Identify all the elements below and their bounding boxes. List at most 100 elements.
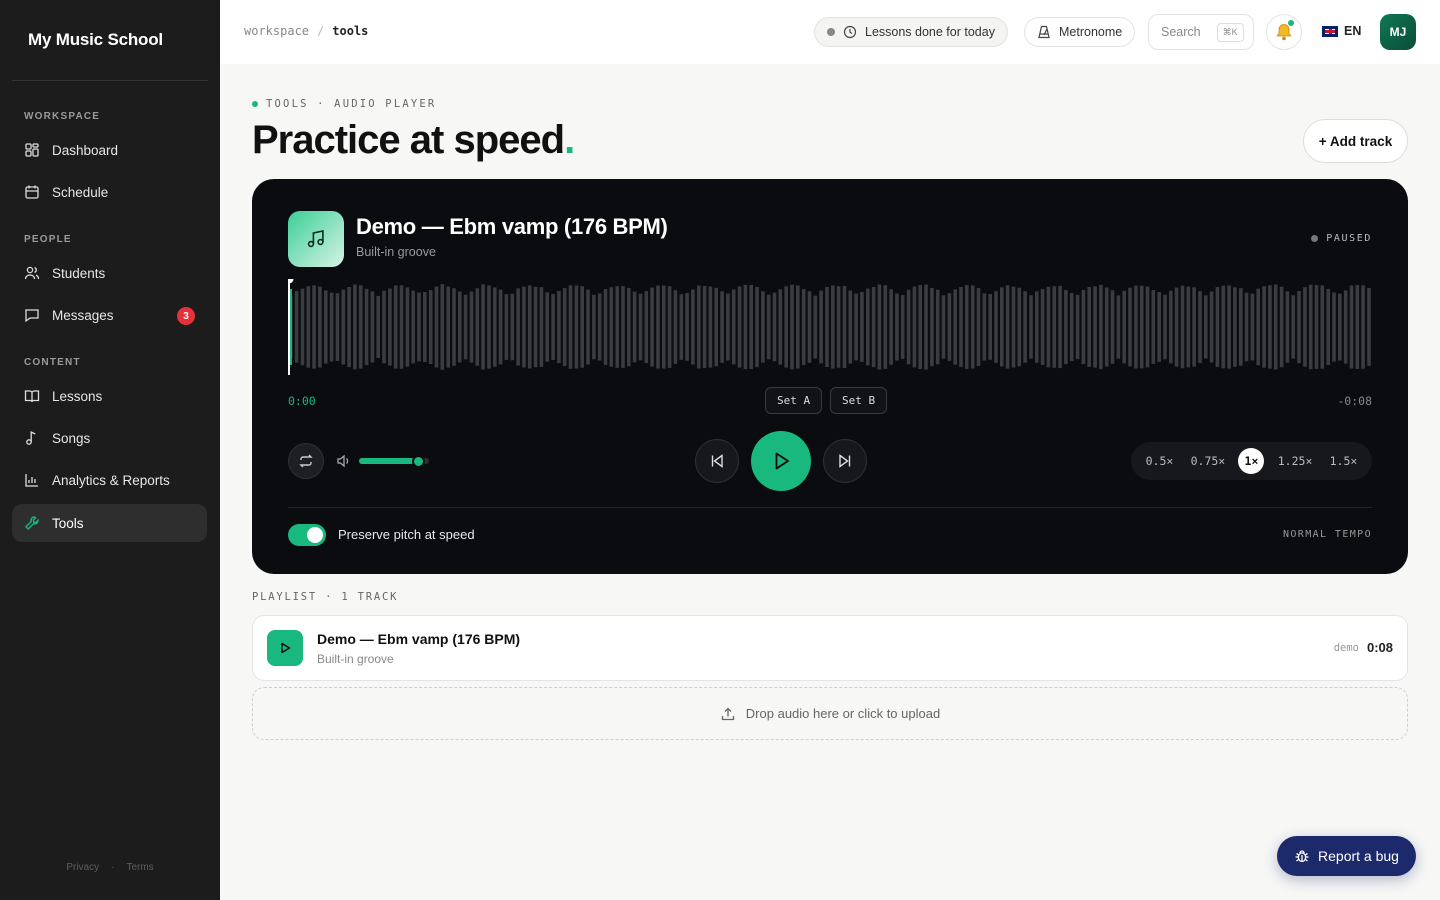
waveform-bar <box>1273 284 1278 370</box>
waveform-bar <box>1081 290 1086 365</box>
speed-option[interactable]: 0.75× <box>1187 448 1230 474</box>
sidebar-item-lessons[interactable]: Lessons <box>12 377 207 415</box>
waveform-bar <box>749 285 753 369</box>
report-bug-label: Report a bug <box>1318 848 1399 864</box>
search-input[interactable]: Search ⌘K <box>1148 14 1254 50</box>
language-selector[interactable]: EN <box>1322 24 1361 38</box>
waveform-bar <box>615 286 619 368</box>
brand-name[interactable]: My Music School <box>28 30 163 50</box>
notifications-button[interactable] <box>1266 14 1302 50</box>
waveform-bar <box>848 290 853 364</box>
sidebar-item-dashboard[interactable]: Dashboard <box>12 131 207 169</box>
sidebar-item-label: Songs <box>52 430 91 446</box>
waveform-bar <box>918 285 922 370</box>
sidebar-item-students[interactable]: Students <box>12 254 207 292</box>
volume-icon[interactable] <box>336 454 352 468</box>
page-title-accent: . <box>564 118 575 162</box>
speed-option[interactable]: 1.5× <box>1326 448 1362 474</box>
waveform-bar <box>994 291 998 363</box>
clock-icon <box>843 25 857 39</box>
waveform-bar <box>1099 284 1103 370</box>
report-bug-button[interactable]: Report a bug <box>1277 836 1416 876</box>
sidebar-item-schedule[interactable]: Schedule <box>12 173 207 211</box>
waveform-scrubber[interactable] <box>288 279 1372 375</box>
waveform-bar <box>335 293 340 361</box>
loop-button[interactable] <box>288 443 324 479</box>
waveform-bar <box>1174 287 1179 367</box>
page-eyebrow: TOOLS · AUDIO PLAYER <box>252 98 436 110</box>
waveform-bar <box>778 289 783 365</box>
waveform-bar <box>417 292 421 362</box>
waveform-bar <box>1250 293 1255 361</box>
playlist-track-subtitle: Built-in groove <box>317 652 394 666</box>
playlist-track-title: Demo — Ebm vamp (176 BPM) <box>317 631 521 647</box>
waveform-bar <box>679 294 684 360</box>
playlist-play-button[interactable] <box>267 630 303 666</box>
status-dot <box>827 28 835 36</box>
preserve-pitch-toggle[interactable] <box>288 524 326 546</box>
waveform-bar <box>1000 287 1004 367</box>
playlist-item[interactable]: Demo — Ebm vamp (176 BPM) Built-in groov… <box>252 615 1408 681</box>
waveform-bar <box>1128 287 1132 367</box>
waveform-bar <box>819 290 823 364</box>
waveform-bar <box>1239 288 1243 366</box>
sidebar-item-analytics[interactable]: Analytics & Reports <box>12 461 207 499</box>
play-button[interactable] <box>751 431 811 491</box>
volume-knob[interactable] <box>411 455 425 468</box>
lessons-done-label: Lessons done for today <box>865 25 995 39</box>
speed-option[interactable]: 1.25× <box>1274 448 1317 474</box>
waveform-bar <box>324 290 328 364</box>
waveform-bar <box>965 285 969 369</box>
add-track-button[interactable]: + Add track <box>1303 119 1408 163</box>
playhead-handle[interactable] <box>288 279 294 284</box>
waveform-bar <box>982 293 987 361</box>
waveform-bar <box>667 286 672 368</box>
avatar[interactable]: MJ <box>1380 14 1416 50</box>
breadcrumb: workspace / tools <box>244 24 368 38</box>
metronome-button[interactable]: Metronome <box>1024 17 1136 47</box>
waveform-bar <box>510 293 515 361</box>
waveform-bar <box>533 286 538 368</box>
lessons-done-pill[interactable]: Lessons done for today <box>814 17 1008 47</box>
set-b-button[interactable]: Set B <box>830 387 888 414</box>
uk-flag-icon <box>1322 25 1338 37</box>
waveform-bar <box>656 285 660 369</box>
previous-button[interactable] <box>695 439 739 483</box>
sidebar-item-messages[interactable]: Messages 3 <box>12 296 207 334</box>
upload-dropzone[interactable]: Drop audio here or click to upload <box>252 687 1408 740</box>
status-dot <box>1311 235 1319 242</box>
waveform-bar <box>976 288 981 366</box>
terms-link[interactable]: Terms <box>126 862 153 873</box>
waveform-bar <box>866 288 870 366</box>
next-button[interactable] <box>823 439 867 483</box>
waveform-bar <box>906 289 911 365</box>
sidebar-item-label: Analytics & Reports <box>52 472 170 488</box>
speed-option[interactable]: 1× <box>1238 448 1265 474</box>
waveform-bar <box>300 288 305 366</box>
waveform-bar <box>650 287 654 367</box>
sidebar-item-tools[interactable]: Tools <box>12 504 207 542</box>
waveform-bar <box>632 291 637 363</box>
message-icon <box>25 309 39 323</box>
breadcrumb-root[interactable]: workspace <box>244 24 309 38</box>
privacy-link[interactable]: Privacy <box>66 862 99 873</box>
waveform-bar <box>1139 285 1144 369</box>
waveform-bar <box>434 286 439 368</box>
waveform-bar <box>1268 285 1272 369</box>
waveform-bar <box>603 289 608 365</box>
waveform-bar <box>638 293 643 361</box>
waveform-bar <box>1192 287 1196 367</box>
waveform-bar <box>673 290 678 364</box>
search-placeholder: Search <box>1161 25 1201 39</box>
waveform-bar <box>1198 291 1202 363</box>
waveform-bar <box>720 291 724 363</box>
waveform-bar <box>393 285 398 369</box>
book-icon <box>24 390 40 403</box>
notification-dot <box>1288 20 1294 26</box>
speed-option[interactable]: 0.5× <box>1142 448 1178 474</box>
sidebar-item-songs[interactable]: Songs <box>12 419 207 457</box>
set-a-button[interactable]: Set A <box>765 387 823 414</box>
waveform-bar <box>1256 288 1260 366</box>
waveform-bar <box>1262 286 1266 368</box>
waveform-bar <box>1122 290 1126 364</box>
